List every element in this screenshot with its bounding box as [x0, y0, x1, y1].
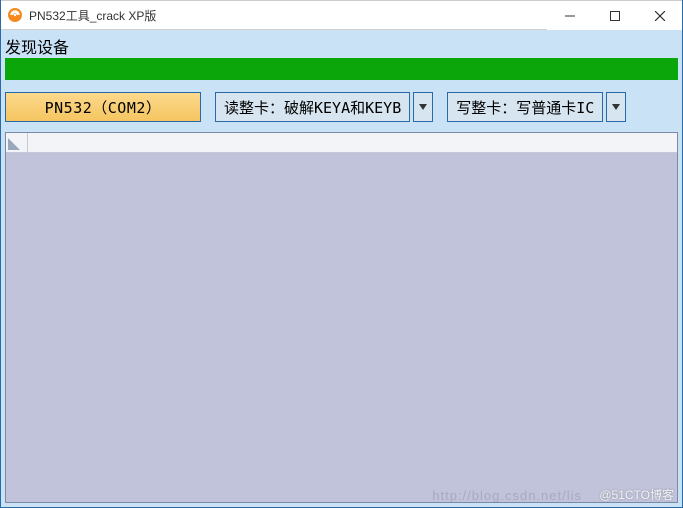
chevron-down-icon [419, 104, 427, 110]
toolbar: PN532（COM2） 读整卡：破解KEYA和KEYB 写整卡：写普通卡IC [1, 86, 682, 132]
grid-select-all-corner[interactable] [6, 133, 28, 152]
write-card-splitbutton: 写整卡：写普通卡IC [447, 92, 626, 122]
window-title: PN532工具_crack XP版 [29, 7, 547, 24]
read-card-button[interactable]: 读整卡：破解KEYA和KEYB [215, 92, 410, 122]
grid-body [6, 153, 677, 502]
write-card-button[interactable]: 写整卡：写普通卡IC [447, 92, 603, 122]
app-icon [7, 7, 23, 23]
titlebar: PN532工具_crack XP版 [1, 0, 682, 30]
status-label: 发现设备 [1, 30, 682, 54]
grid-header [6, 133, 677, 153]
window-controls [547, 1, 682, 29]
triangle-icon [8, 138, 20, 150]
read-card-dropdown[interactable] [413, 92, 433, 122]
read-card-splitbutton: 读整卡：破解KEYA和KEYB [215, 92, 433, 122]
write-card-dropdown[interactable] [606, 92, 626, 122]
minimize-button[interactable] [547, 1, 592, 30]
app-window: PN532工具_crack XP版 发现设备 PN532（COM2） [0, 0, 683, 508]
read-card-label: 读整卡：破解KEYA和KEYB [224, 97, 401, 118]
maximize-button[interactable] [592, 1, 637, 30]
close-button[interactable] [637, 1, 682, 30]
progress-wrap [1, 54, 682, 86]
chevron-down-icon [612, 104, 620, 110]
data-grid[interactable] [5, 132, 678, 503]
progress-bar [5, 58, 678, 80]
device-button-label: PN532（COM2） [45, 97, 162, 118]
write-card-label: 写整卡：写普通卡IC [456, 97, 594, 118]
device-button[interactable]: PN532（COM2） [5, 92, 201, 122]
